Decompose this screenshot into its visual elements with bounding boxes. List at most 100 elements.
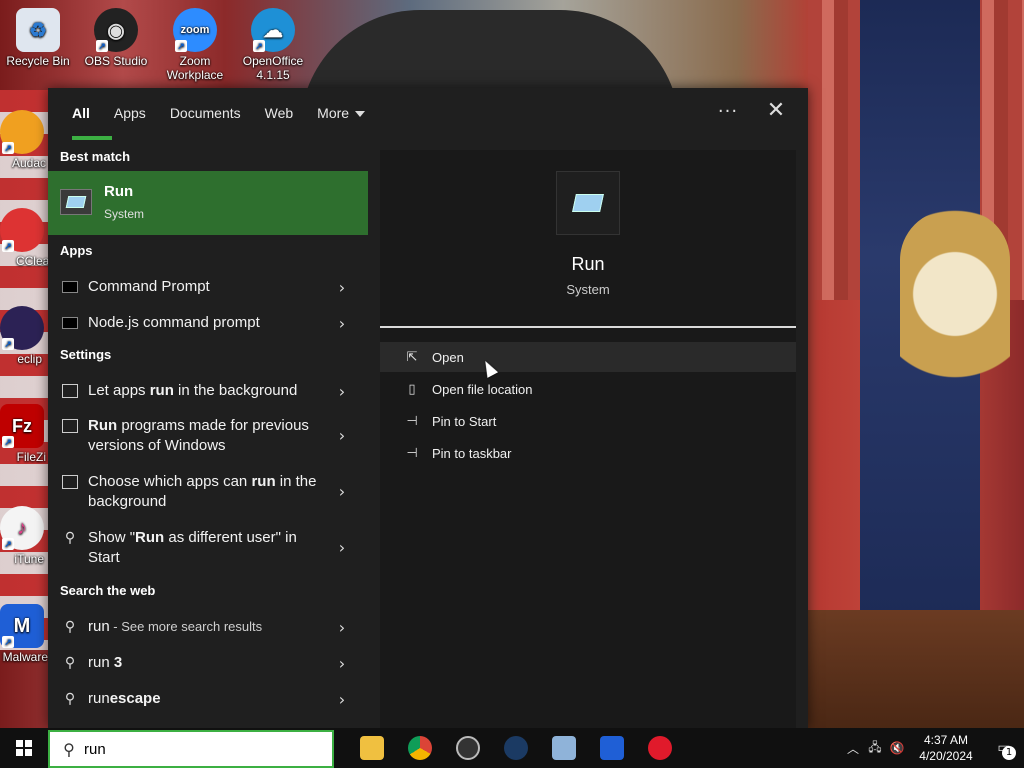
divider [380, 326, 796, 328]
result-setting[interactable]: Run programs made for previous versions … [48, 416, 368, 460]
chevron-right-icon[interactable]: › [332, 482, 352, 501]
search-input[interactable] [84, 740, 332, 758]
taskbar: ⚲ ︿ 🖧 🔇 4:37 AM 4/20/2024 ▭ 1 [0, 728, 1024, 768]
system-tray: ︿ 🖧 🔇 4:37 AM 4/20/2024 ▭ 1 [842, 728, 1024, 768]
taskbar-search-box[interactable]: ⚲ [48, 730, 334, 768]
best-match-result[interactable]: Run System [48, 171, 368, 235]
settings-window-icon [60, 475, 80, 489]
tab-web[interactable]: Web [253, 88, 306, 138]
desktop-icon-obs[interactable]: ◉ ↗ OBS Studio [78, 8, 154, 68]
desktop-icon-recycle-bin[interactable]: ♻ Recycle Bin [0, 8, 76, 68]
steam-icon [504, 736, 528, 760]
chevron-right-icon[interactable]: › [332, 278, 352, 297]
network-icon[interactable]: 🖧 [864, 738, 886, 759]
action-pin-to-start[interactable]: ⊣ Pin to Start [380, 406, 796, 436]
chevron-right-icon[interactable]: › [332, 538, 352, 557]
pin-icon: ⊣ [406, 445, 418, 461]
chrome-icon [408, 736, 432, 760]
openoffice-icon: ☁ ↗ [251, 8, 295, 52]
best-match-title: Run [104, 183, 134, 200]
result-command-prompt[interactable]: Command Prompt › [48, 272, 368, 302]
taskbar-opera[interactable] [636, 728, 684, 768]
run-app-icon [556, 171, 620, 235]
web-result[interactable]: ⚲ run 3 › [48, 648, 368, 678]
result-setting[interactable]: Choose which apps can run in the backgro… [48, 472, 368, 516]
ccleaner-icon: ↗ [0, 208, 44, 252]
itunes-icon: ♪ ↗ [0, 506, 44, 550]
chevron-right-icon[interactable]: › [332, 426, 352, 445]
malwarebytes-icon [600, 736, 624, 760]
clock[interactable]: 4:37 AM 4/20/2024 [908, 732, 984, 764]
tab-more[interactable]: More [305, 88, 377, 138]
notepad-icon [552, 736, 576, 760]
tab-apps[interactable]: Apps [102, 88, 158, 138]
result-setting[interactable]: Let apps run in the background › [48, 376, 368, 406]
chevron-right-icon[interactable]: › [332, 618, 352, 637]
wallpaper-desk [808, 610, 1024, 730]
web-result[interactable]: ⚲ runescape › [48, 684, 368, 714]
action-open[interactable]: ⇱ Open [380, 342, 796, 372]
best-match-subtitle: System [104, 207, 145, 221]
settings-window-icon [60, 419, 80, 433]
close-icon[interactable]: ✕ [764, 100, 788, 122]
web-result[interactable]: ⚲ run - See more search results › [48, 612, 368, 642]
desktop-icon-label: OBS Studio [84, 54, 148, 68]
chevron-right-icon[interactable]: › [332, 654, 352, 673]
tab-documents[interactable]: Documents [158, 88, 253, 138]
obs-icon: ◉ ↗ [94, 8, 138, 52]
run-app-icon [60, 189, 92, 215]
notification-badge: 1 [1002, 746, 1016, 760]
taskbar-malwarebytes[interactable] [588, 728, 636, 768]
ellipsis-icon[interactable]: ··· [714, 101, 742, 122]
opera-icon [648, 736, 672, 760]
result-nodejs-prompt[interactable]: Node.js command prompt › [48, 308, 368, 338]
desktop-icon-label: OpenOffice 4.1.15 [242, 54, 304, 82]
windows-logo-icon [16, 740, 32, 756]
taskbar-steam[interactable] [492, 728, 540, 768]
results-list: Best match Run System Apps Command Promp… [48, 149, 368, 728]
preview-pane: Run System ⇱ Open ▯ Open file location ⊣… [380, 150, 796, 728]
start-button[interactable] [0, 728, 48, 768]
wallpaper-seal [900, 210, 1010, 420]
desktop-icon-openoffice[interactable]: ☁ ↗ OpenOffice 4.1.15 [235, 8, 311, 82]
section-apps: Apps [60, 243, 93, 258]
folder-icon [360, 736, 384, 760]
preview-title: Run [571, 254, 605, 274]
volume-muted-icon[interactable]: 🔇 [886, 741, 908, 755]
tab-all[interactable]: All [60, 88, 112, 140]
preview-subtitle: System [566, 282, 610, 297]
obs-icon [456, 736, 480, 760]
chevron-down-icon [355, 111, 366, 118]
notification-center-button[interactable]: ▭ 1 [984, 740, 1024, 760]
taskbar-obs[interactable] [444, 728, 492, 768]
command-prompt-icon [60, 316, 80, 330]
malwarebytes-icon: M ↗ [0, 604, 44, 648]
audacity-icon: ↗ [0, 110, 44, 154]
open-icon: ⇱ [406, 349, 418, 365]
section-web: Search the web [60, 583, 156, 598]
taskbar-file-explorer[interactable] [348, 728, 396, 768]
taskbar-chrome[interactable] [396, 728, 444, 768]
taskbar-notepad[interactable] [540, 728, 588, 768]
search-tabs: All Apps Documents Web More ··· ✕ [48, 88, 808, 150]
chevron-right-icon[interactable]: › [332, 314, 352, 333]
chevron-right-icon[interactable]: › [332, 382, 352, 401]
action-open-file-location[interactable]: ▯ Open file location [380, 374, 796, 404]
user-switch-icon: ⚲ [64, 530, 76, 546]
command-prompt-icon [60, 280, 80, 294]
chevron-right-icon[interactable]: › [332, 690, 352, 709]
search-panel: All Apps Documents Web More ··· ✕ Best m… [48, 88, 808, 728]
wallpaper-flag-left [0, 90, 50, 650]
section-settings: Settings [60, 347, 112, 362]
zoom-icon: zoom ↗ [173, 8, 217, 52]
chevron-up-icon[interactable]: ︿ [842, 740, 864, 757]
search-icon: ⚲ [63, 739, 75, 759]
eclipse-icon: ↗ [0, 306, 44, 350]
settings-window-icon [60, 384, 80, 398]
search-icon: ⚲ [64, 655, 76, 671]
desktop-icon-zoom[interactable]: zoom ↗ Zoom Workplace [157, 8, 233, 82]
result-setting[interactable]: ⚲ Show "Run as different user" in Start … [48, 528, 368, 572]
desktop-icon-label: Recycle Bin [6, 54, 70, 68]
action-pin-to-taskbar[interactable]: ⊣ Pin to taskbar [380, 438, 796, 468]
pin-icon: ⊣ [406, 413, 418, 429]
